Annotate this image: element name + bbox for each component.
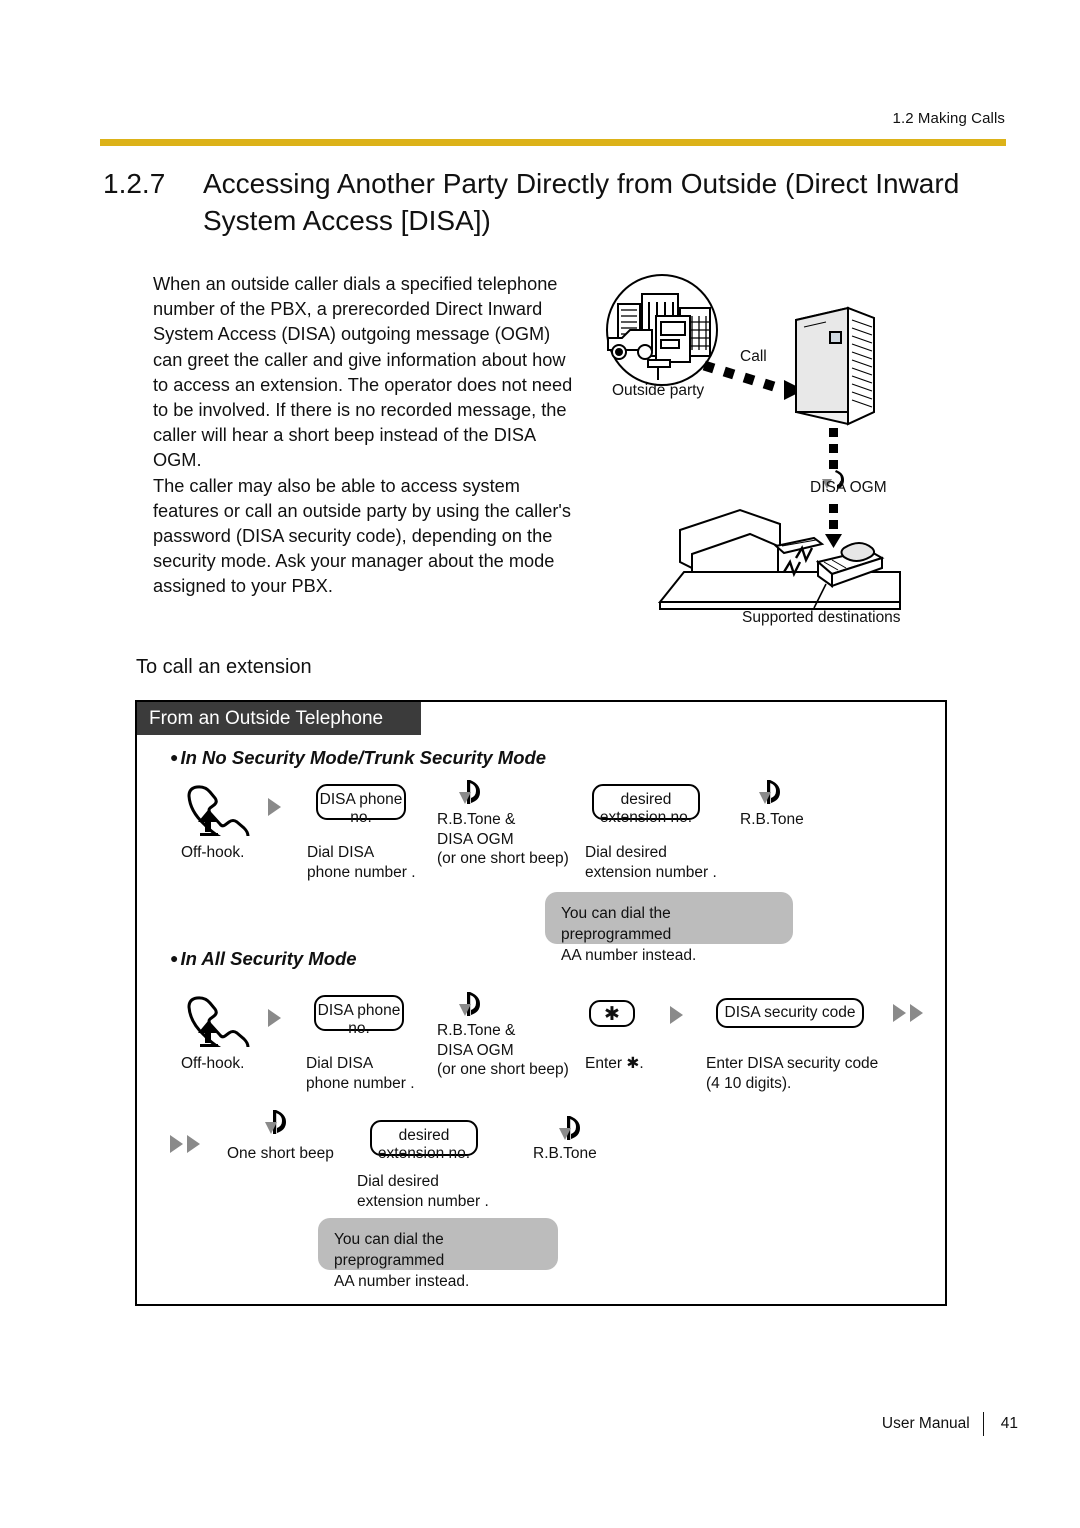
mode-heading-no-security: ● In No Security Mode/Trunk Security Mode bbox=[170, 747, 546, 769]
footer-manual-name: User Manual bbox=[881, 1415, 970, 1432]
footer-divider bbox=[982, 1412, 984, 1436]
step-caption-dial-extension-1: Dial desired extension number . bbox=[585, 844, 717, 881]
step-caption-rbtone-disaogm-1: R.B.Tone & DISA OGM (or one short beep) bbox=[437, 811, 569, 867]
off-hook-handset-icon-2 bbox=[181, 995, 261, 1057]
step-caption-dial-disa-2: Dial DISA phone number . bbox=[306, 1055, 415, 1092]
step-caption-rbtone-disaogm-2: R.B.Tone & DISA OGM (or one short beep) bbox=[437, 1022, 569, 1078]
key-asterisk[interactable]: ✱ bbox=[589, 1000, 635, 1027]
outside-party-scene bbox=[606, 274, 718, 386]
flow-arrow-2d bbox=[910, 1004, 923, 1022]
header-rule bbox=[100, 139, 1006, 146]
mode-heading-all-security: ● In All Security Mode bbox=[170, 948, 357, 970]
page-title: 1.2.7 Accessing Another Party Directly f… bbox=[103, 165, 1003, 239]
step-caption-off-hook-1: Off-hook. bbox=[181, 844, 245, 861]
intro-paragraph-2: The caller may also be able to access sy… bbox=[153, 475, 571, 597]
pbx-cabinet bbox=[795, 306, 875, 426]
flow-arrow-3b bbox=[187, 1135, 200, 1153]
supported-destinations-scene bbox=[657, 508, 901, 610]
step-caption-enter-security-code: Enter DISA security code (4 10 digits). bbox=[706, 1055, 879, 1092]
running-head: 1.2 Making Calls bbox=[892, 110, 1005, 127]
key-disa-phone-no-2[interactable]: DISA phone no. bbox=[314, 995, 404, 1037]
mode-heading-1-label: In No Security Mode/Trunk Security Mode bbox=[180, 747, 547, 768]
intro-paragraph-1: When an outside caller dials a specified… bbox=[153, 274, 573, 471]
illustration-artwork bbox=[606, 274, 901, 610]
balloon-aa-number-2: You can dial the preprogrammed AA number… bbox=[318, 1218, 558, 1290]
footer-page-number: 41 bbox=[1000, 1415, 1018, 1432]
illustration-label-call: Call bbox=[740, 348, 767, 365]
step-caption-rbtone-2: R.B.Tone bbox=[533, 1145, 597, 1162]
off-hook-handset-icon bbox=[181, 784, 261, 846]
section-heading: Accessing Another Party Directly from Ou… bbox=[203, 168, 960, 236]
key-desired-extension-no-2[interactable]: desired extension no. bbox=[370, 1120, 478, 1162]
call-arrow bbox=[702, 360, 804, 400]
intro-text: When an outside caller dials a specified… bbox=[153, 272, 573, 600]
key-disa-security-code[interactable]: DISA security code bbox=[716, 998, 864, 1028]
step-caption-enter-asterisk: Enter ✱. bbox=[585, 1055, 644, 1072]
subsection-title: To call an extension bbox=[136, 656, 312, 678]
flow-arrow-3a bbox=[170, 1135, 183, 1153]
illustration-label-outside-party: Outside party bbox=[612, 382, 705, 399]
mode-heading-2-label: In All Security Mode bbox=[180, 948, 357, 969]
illustration-label-disa-ogm: DISA OGM bbox=[810, 479, 887, 496]
key-desired-extension-no-1[interactable]: desired extension no. bbox=[592, 784, 700, 826]
step-caption-one-short-beep: One short beep bbox=[227, 1145, 334, 1162]
key-disa-phone-no-1[interactable]: DISA phone no. bbox=[316, 784, 406, 826]
bullet-icon-2: ● bbox=[170, 950, 179, 966]
step-caption-dial-disa-1: Dial DISA phone number . bbox=[307, 844, 416, 881]
step-caption-dial-extension-2: Dial desired extension number . bbox=[357, 1173, 489, 1210]
flow-arrow-2b bbox=[670, 1006, 683, 1024]
flow-arrow-2c bbox=[893, 1004, 906, 1022]
page-footer: User Manual 41 bbox=[882, 1412, 1018, 1436]
flow-arrow-1a bbox=[268, 798, 281, 816]
tone-note-icon-4 bbox=[258, 1108, 292, 1149]
flow-arrow-2a bbox=[268, 1009, 281, 1027]
balloon-aa-number-1: You can dial the preprogrammed AA number… bbox=[545, 892, 793, 964]
step-caption-off-hook-2: Off-hook. bbox=[181, 1055, 245, 1072]
disa-illustration: Call Outside party DISA OGM Supported de… bbox=[600, 272, 930, 637]
procedure-box-title: From an Outside Telephone bbox=[137, 702, 421, 735]
illustration-label-supported-destinations: Supported destinations bbox=[742, 609, 901, 626]
bullet-icon: ● bbox=[170, 749, 179, 765]
step-caption-rbtone-1: R.B.Tone bbox=[740, 811, 804, 828]
section-number: 1.2.7 bbox=[103, 168, 166, 199]
